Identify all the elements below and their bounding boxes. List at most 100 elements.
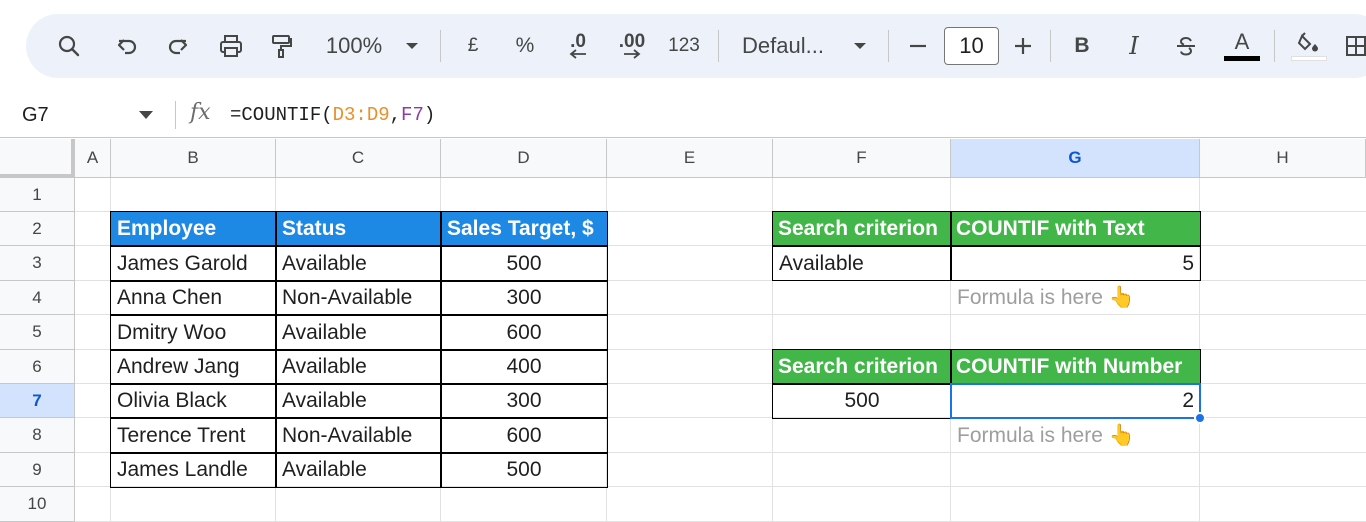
font-size-input[interactable]: 10 — [944, 27, 999, 65]
column-header-a[interactable]: A — [75, 139, 111, 178]
print-icon[interactable] — [215, 14, 247, 78]
column-header-b[interactable]: B — [111, 139, 276, 178]
formula-note[interactable]: Formula is here 👆 — [951, 281, 1200, 315]
search-criterion-header[interactable]: Search criterion — [773, 212, 951, 246]
more-formats-label: 123 — [668, 35, 700, 56]
status-cell[interactable]: Available — [276, 384, 441, 418]
row-header-10[interactable]: 10 — [0, 487, 75, 522]
italic-button[interactable]: I — [1122, 14, 1146, 78]
strikethrough-icon[interactable] — [1172, 14, 1200, 78]
sales-target-cell[interactable]: 500 — [441, 453, 607, 487]
bold-button[interactable]: B — [1070, 14, 1094, 78]
fill-color-button[interactable] — [1290, 14, 1328, 78]
zoom-select[interactable]: 100% — [322, 14, 386, 78]
status-cell[interactable]: Available — [276, 453, 441, 487]
borders-icon[interactable] — [1344, 14, 1366, 78]
employee-name-cell[interactable]: Anna Chen — [111, 281, 276, 315]
decrease-decimals-button[interactable]: .0 — [560, 14, 596, 78]
italic-label: I — [1129, 32, 1139, 60]
redo-icon[interactable] — [163, 14, 193, 78]
employee-name-cell[interactable]: Dmitry Woo — [111, 315, 276, 350]
undo-icon[interactable] — [112, 14, 142, 78]
row-header-8[interactable]: 8 — [0, 418, 75, 453]
search-criterion-header[interactable]: Search criterion — [773, 350, 951, 384]
text-color-label: A — [1234, 29, 1250, 54]
paint-bucket-icon — [1297, 31, 1318, 51]
countif-number-header[interactable]: COUNTIF with Number — [951, 350, 1200, 384]
font-select[interactable]: Defaul... — [742, 14, 834, 78]
formula-bar-divider — [175, 101, 176, 129]
employee-name-cell[interactable]: James Landle — [111, 453, 276, 487]
countif-text-header[interactable]: COUNTIF with Text — [951, 212, 1200, 246]
row-header-6[interactable]: 6 — [0, 350, 75, 384]
column-header-g[interactable]: G — [951, 139, 1200, 178]
sales-target-cell[interactable]: 600 — [441, 418, 607, 453]
column-header-e[interactable]: E — [607, 139, 773, 178]
row-header-5[interactable]: 5 — [0, 315, 75, 350]
column-header-d[interactable]: D — [441, 139, 607, 178]
more-formats-button[interactable]: 123 — [666, 14, 702, 78]
increase-font-size-button[interactable] — [1011, 14, 1035, 78]
formula-input[interactable]: =COUNTIF(D3:D9,F7) — [230, 92, 435, 138]
column-header-c[interactable]: C — [276, 139, 441, 178]
text-color-swatch — [1224, 56, 1260, 61]
row-header-7[interactable]: 7 — [0, 384, 75, 418]
row-header-3[interactable]: 3 — [0, 246, 75, 281]
chevron-down-icon[interactable] — [402, 14, 422, 78]
decrease-font-size-button[interactable] — [906, 14, 930, 78]
sales-target-cell[interactable]: 500 — [441, 246, 607, 281]
table-border — [772, 245, 1201, 247]
sales-target-cell[interactable]: 400 — [441, 350, 607, 384]
fill-color-swatch — [1291, 55, 1327, 61]
row-header-4[interactable]: 4 — [0, 281, 75, 315]
table-header-cell[interactable]: Sales Target, $ — [441, 212, 607, 246]
column-header-f[interactable]: F — [773, 139, 951, 178]
row-header-1[interactable]: 1 — [0, 178, 75, 212]
percent-format-button[interactable]: % — [512, 14, 538, 78]
formula-bar: G7 fx =COUNTIF(D3:D9,F7) — [0, 92, 1366, 138]
employee-name-cell[interactable]: Andrew Jang — [111, 350, 276, 384]
arrow-left-icon — [569, 49, 586, 59]
sales-target-cell[interactable]: 300 — [441, 281, 607, 315]
table-border — [110, 349, 608, 351]
paint-format-icon[interactable] — [267, 14, 297, 78]
text-color-button[interactable]: A — [1223, 14, 1261, 78]
formula-note[interactable]: Formula is here 👆 — [951, 418, 1200, 453]
name-box[interactable]: G7 — [22, 92, 49, 138]
table-border — [772, 383, 1201, 385]
table-header-cell[interactable]: Status — [276, 212, 441, 246]
chevron-down-icon[interactable] — [139, 111, 153, 119]
employee-name-cell[interactable]: James Garold — [111, 246, 276, 281]
status-cell[interactable]: Available — [276, 246, 441, 281]
spreadsheet-grid: A B C D E F G H 1 2 3 4 5 6 7 8 9 10 Emp… — [0, 139, 1366, 522]
toolbar-divider — [1274, 30, 1275, 62]
formula-range-reference: D3:D9 — [332, 104, 390, 126]
status-cell[interactable]: Non-Available — [276, 281, 441, 315]
status-cell[interactable]: Available — [276, 315, 441, 350]
row-header-9[interactable]: 9 — [0, 453, 75, 487]
status-cell[interactable]: Non-Available — [276, 418, 441, 453]
status-cell[interactable]: Available — [276, 350, 441, 384]
search-icon[interactable] — [54, 14, 84, 78]
search-criterion-cell[interactable]: Available — [773, 246, 951, 281]
employee-name-cell[interactable]: Olivia Black — [111, 384, 276, 418]
sales-target-cell[interactable]: 300 — [441, 384, 607, 418]
increase-decimals-button[interactable]: .00 — [614, 14, 650, 78]
countif-result-cell[interactable]: 5 — [951, 246, 1200, 281]
row-header-2[interactable]: 2 — [0, 212, 75, 246]
column-header-h[interactable]: H — [1200, 139, 1366, 178]
table-header-cell[interactable]: Employee — [111, 212, 276, 246]
function-icon: fx — [190, 100, 211, 125]
table-border — [110, 314, 608, 316]
currency-label: £ — [467, 35, 479, 56]
toolbar-divider — [888, 30, 889, 62]
fill-handle[interactable] — [1194, 412, 1206, 424]
chevron-down-icon[interactable] — [850, 14, 870, 78]
select-all-corner[interactable] — [0, 139, 75, 178]
sales-target-cell[interactable]: 600 — [441, 315, 607, 350]
font-value: Defaul... — [742, 33, 824, 58]
currency-format-button[interactable]: £ — [462, 14, 484, 78]
search-criterion-cell[interactable]: 500 — [773, 384, 951, 418]
employee-name-cell[interactable]: Terence Trent — [111, 418, 276, 453]
countif-result-cell[interactable]: 2 — [951, 384, 1200, 418]
